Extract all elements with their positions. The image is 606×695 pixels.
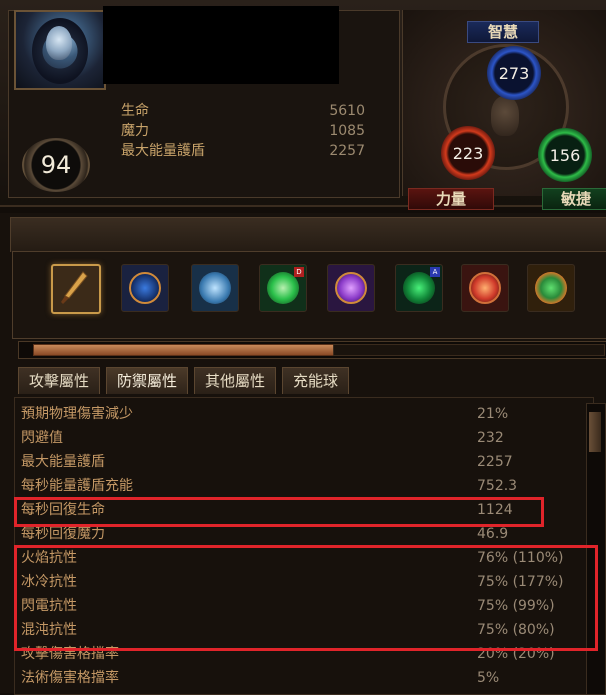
list-item: 冰冷抗性 75% (177%) <box>21 570 581 594</box>
stat-category-tabs: 攻擊屬性 防禦屬性 其他屬性 充能球 <box>18 367 350 394</box>
stat-name: 閃電抗性 <box>21 598 77 614</box>
stat-name: 每秒回復生命 <box>21 502 105 518</box>
strength-label: 力量 <box>408 188 494 210</box>
stat-label: 生命 <box>121 103 149 119</box>
stat-name: 火焰抗性 <box>21 550 77 566</box>
stat-row-energy-shield: 最大能量護盾 2257 <box>121 141 365 161</box>
strength-value: 223 <box>452 143 484 163</box>
arcane-orb-icon <box>335 272 367 304</box>
stat-row-life: 生命 5610 <box>121 101 365 121</box>
attribute-face-ornament <box>491 96 519 136</box>
dexterity-label: 敏捷 <box>542 188 606 210</box>
intelligence-value: 273 <box>498 63 530 83</box>
list-item: 每秒回復魔力 46.9 <box>21 522 581 546</box>
portrait-face <box>46 26 72 60</box>
stat-name: 混沌抗性 <box>21 622 77 638</box>
nature-fire-icon <box>535 272 567 304</box>
scrollbar-track <box>333 344 605 356</box>
stat-value: 75% (99%) <box>477 598 555 614</box>
stat-value: 1085 <box>329 123 365 139</box>
list-item: 攻擊傷害格擋率 20% (20%) <box>21 642 581 666</box>
stat-value: 75% (80%) <box>477 622 555 638</box>
panel-frame-top <box>10 217 606 252</box>
gem-tag-icon: D <box>294 267 304 277</box>
stat-value: 2257 <box>477 454 513 470</box>
stat-name: 每秒能量護盾充能 <box>21 478 133 494</box>
list-item: 每秒能量護盾充能 752.3 <box>21 474 581 498</box>
stat-name: 最大能量護盾 <box>21 454 105 470</box>
skill-gem-slot[interactable]: A <box>395 264 443 312</box>
skill-gem-slot[interactable] <box>121 264 169 312</box>
scrollbar-thumb[interactable] <box>589 412 601 452</box>
skill-gem-strip: D A <box>12 251 606 339</box>
gem-tag-icon: A <box>430 267 440 277</box>
defense-stat-list: 預期物理傷害減少 21% 閃避值 232 最大能量護盾 2257 每秒能量護盾充… <box>14 397 594 695</box>
tab-offense[interactable]: 攻擊屬性 <box>18 367 101 394</box>
list-item: 法術傷害格擋率 5% <box>21 666 581 690</box>
intelligence-label: 智慧 <box>467 21 539 43</box>
list-item: 混沌抗性 75% (80%) <box>21 618 581 642</box>
tab-charges[interactable]: 充能球 <box>282 367 350 394</box>
skill-gem-slot[interactable]: D <box>259 264 307 312</box>
skill-gem-slot[interactable] <box>327 264 375 312</box>
character-portrait <box>14 10 106 90</box>
stat-value: 20% (20%) <box>477 646 555 662</box>
level-badge: 94 <box>22 138 90 192</box>
skill-gem-slot[interactable] <box>461 264 509 312</box>
stat-value: 21% <box>477 406 509 422</box>
stat-value: 2257 <box>329 143 365 159</box>
stat-label: 最大能量護盾 <box>121 143 205 159</box>
dexterity-orb[interactable]: 156 <box>538 128 592 182</box>
character-summary-panel: 94 生命 5610 魔力 1085 最大能量護盾 2257 智慧 273 22… <box>0 0 606 210</box>
list-item: 每秒回復生命 1124 <box>21 498 581 522</box>
leap-slam-icon <box>129 272 161 304</box>
stat-name: 預期物理傷害減少 <box>21 406 133 422</box>
skill-gem-slot[interactable] <box>51 264 101 314</box>
stat-value: 75% (177%) <box>477 574 564 590</box>
stat-name: 冰冷抗性 <box>21 574 77 590</box>
stat-row-mana: 魔力 1085 <box>121 121 365 141</box>
stat-list-scrollbar[interactable] <box>586 403 606 695</box>
fire-ring-icon <box>469 272 501 304</box>
dagger-icon <box>61 271 88 304</box>
flicker-strike-icon <box>199 272 231 304</box>
stat-value: 232 <box>477 430 504 446</box>
scrollbar-thumb[interactable] <box>33 344 335 356</box>
skill-gem-slot[interactable] <box>527 264 575 312</box>
stat-value: 752.3 <box>477 478 518 494</box>
list-item: 閃電抗性 75% (99%) <box>21 594 581 618</box>
skill-gem-slot[interactable] <box>191 264 239 312</box>
list-item: 閃避值 232 <box>21 426 581 450</box>
character-details-panel: D A 攻擊屬性 防禦屬性 其他屬性 充能球 預期物理傷害減少 21% 閃避值 <box>0 213 606 695</box>
stat-value: 5610 <box>329 103 365 119</box>
stat-value: 5% <box>477 670 500 686</box>
skill-horizontal-scrollbar[interactable] <box>18 341 606 359</box>
dexterity-value: 156 <box>549 145 581 165</box>
level-value: 94 <box>40 151 72 179</box>
list-item: 最大能量護盾 2257 <box>21 450 581 474</box>
stat-label: 魔力 <box>121 123 149 139</box>
stat-name: 閃避值 <box>21 430 63 446</box>
list-item: 預期物理傷害減少 21% <box>21 402 581 426</box>
tab-defense[interactable]: 防禦屬性 <box>106 367 189 394</box>
stat-name: 每秒回復魔力 <box>21 526 105 542</box>
character-name-redacted <box>103 6 339 84</box>
stat-value: 76% (110%) <box>477 550 564 566</box>
core-stats: 生命 5610 魔力 1085 最大能量護盾 2257 <box>121 101 365 161</box>
stat-value: 1124 <box>477 502 513 518</box>
stat-name: 法術傷害格擋率 <box>21 670 119 686</box>
strength-orb[interactable]: 223 <box>441 126 495 180</box>
attribute-panel: 智慧 273 223 156 力量 敏捷 <box>402 10 606 210</box>
stat-value: 46.9 <box>477 526 509 542</box>
intelligence-orb[interactable]: 273 <box>487 46 541 100</box>
tab-misc[interactable]: 其他屬性 <box>194 367 277 394</box>
list-item: 火焰抗性 76% (110%) <box>21 546 581 570</box>
stat-name: 攻擊傷害格擋率 <box>21 646 119 662</box>
